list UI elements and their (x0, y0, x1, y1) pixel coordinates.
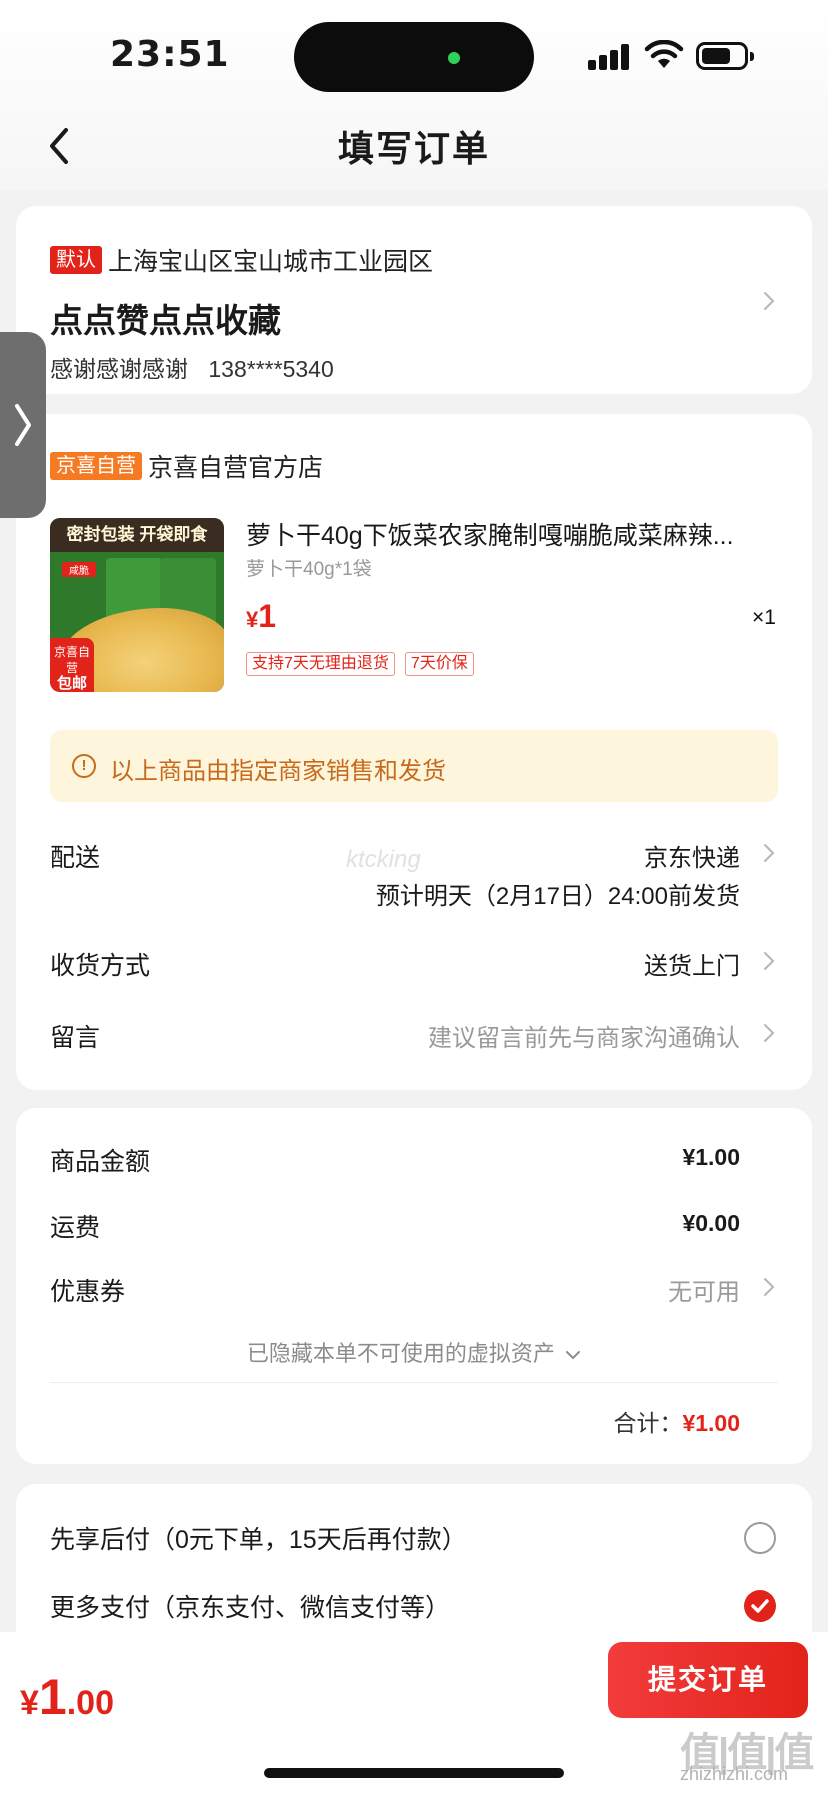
service-tag-return: 支持7天无理由退货 (246, 652, 395, 676)
coupon-label: 优惠券 (50, 1278, 126, 1306)
delivery-label: 配送 (50, 844, 101, 872)
dynamic-island (294, 22, 534, 92)
battery-icon (696, 42, 754, 70)
freight-label: 运费 (50, 1214, 101, 1242)
product-spec: 萝卜干40g*1袋 (246, 559, 372, 580)
address-region: 上海宝山区宝山城市工业园区 (108, 248, 434, 276)
default-address-tag: 默认 (50, 246, 102, 274)
product-quantity: ×1 (752, 606, 776, 629)
site-watermark-url: zhizhizhi.com (680, 1764, 789, 1784)
watermark-text: ktcking (346, 846, 421, 873)
contact-phone: 138****5340 (208, 356, 334, 382)
chevron-right-icon (764, 292, 775, 310)
freight-value: ¥0.00 (682, 1210, 740, 1236)
chevron-right-icon[interactable] (762, 1022, 776, 1044)
payment-option-pay-later[interactable]: 先享后付（0元下单，15天后再付款） (50, 1520, 467, 1556)
price-summary-card: 商品金额 ¥1.00 运费 ¥0.00 优惠券 无可用 已隐藏本单不可使用的虚拟… (16, 1108, 812, 1464)
more-payment-radio[interactable] (744, 1590, 776, 1622)
cellular-signal-icon (588, 44, 630, 70)
address-card[interactable]: 默认 上海宝山区宝山城市工业园区 点点赞点点收藏 感谢感谢感谢 138****5… (16, 206, 812, 394)
store-tag: 京喜自营 (50, 452, 142, 480)
hidden-assets-toggle[interactable]: 已隐藏本单不可使用的虚拟资产 (16, 1336, 812, 1368)
delivery-eta: 预计明天（2月17日）24:00前发货 (375, 883, 740, 910)
chevron-right-icon[interactable] (762, 842, 776, 864)
side-drawer-tab[interactable] (0, 332, 46, 518)
product-image[interactable]: 密封包装 开袋即食 咸脆 京喜自营 包邮 (50, 518, 224, 692)
submit-order-button[interactable]: 提交订单 (608, 1642, 808, 1718)
order-total-value: ¥1.00 (682, 1410, 740, 1436)
home-indicator (264, 1768, 564, 1778)
order-total: 合计：¥1.00 (613, 1410, 740, 1436)
message-input[interactable]: 建议留言前先与商家沟通确认 (428, 1018, 740, 1053)
chevron-right-icon (15, 404, 31, 446)
wifi-icon (644, 40, 684, 68)
info-icon: ! (72, 754, 96, 778)
status-bar: 23:51 (0, 0, 828, 112)
message-label: 留言 (50, 1024, 101, 1052)
seller-notice-text: 以上商品由指定商家销售和发货 (110, 758, 446, 785)
goods-amount-value: ¥1.00 (682, 1144, 740, 1170)
product-image-badge: 京喜自营 包邮 (50, 638, 94, 692)
product-title[interactable]: 萝卜干40g下饭菜农家腌制嘎嘣脆咸菜麻辣... (246, 516, 776, 552)
product-price: ¥1 (246, 598, 277, 634)
page-title: 填写订单 (337, 128, 490, 169)
chevron-down-icon (566, 1351, 581, 1360)
contact-name: 感谢感谢感谢 (50, 356, 188, 382)
chevron-right-icon[interactable] (762, 1276, 776, 1298)
service-tag-price-protect: 7天价保 (404, 652, 474, 676)
pay-later-radio[interactable] (744, 1522, 776, 1554)
address-detail: 点点赞点点收藏 (50, 302, 281, 339)
status-time: 23:51 (110, 34, 230, 75)
delivery-value[interactable]: 京东快递 (644, 838, 740, 873)
payable-amount: ¥1.00 (20, 1669, 114, 1725)
store-name[interactable]: 京喜自营官方店 (148, 448, 323, 484)
checkmark-icon (751, 1599, 769, 1613)
camera-indicator-icon (448, 52, 460, 64)
address-contact: 感谢感谢感谢 138****5340 (50, 350, 334, 384)
receive-method-value[interactable]: 送货上门 (644, 946, 740, 981)
goods-amount-label: 商品金额 (50, 1148, 151, 1176)
coupon-value[interactable]: 无可用 (668, 1272, 740, 1307)
product-service-tags: 支持7天无理由退货 7天价保 (246, 652, 484, 676)
product-image-banner: 密封包装 开袋即食 (50, 518, 224, 552)
payment-option-more[interactable]: 更多支付（京东支付、微信支付等） (50, 1588, 450, 1624)
seller-notice: ! 以上商品由指定商家销售和发货 (50, 730, 778, 802)
chevron-right-icon[interactable] (762, 950, 776, 972)
divider (50, 1382, 778, 1383)
store-card: 京喜自营 京喜自营官方店 密封包装 开袋即食 咸脆 京喜自营 包邮 萝卜干40g… (16, 414, 812, 1090)
receive-method-label: 收货方式 (50, 952, 151, 980)
